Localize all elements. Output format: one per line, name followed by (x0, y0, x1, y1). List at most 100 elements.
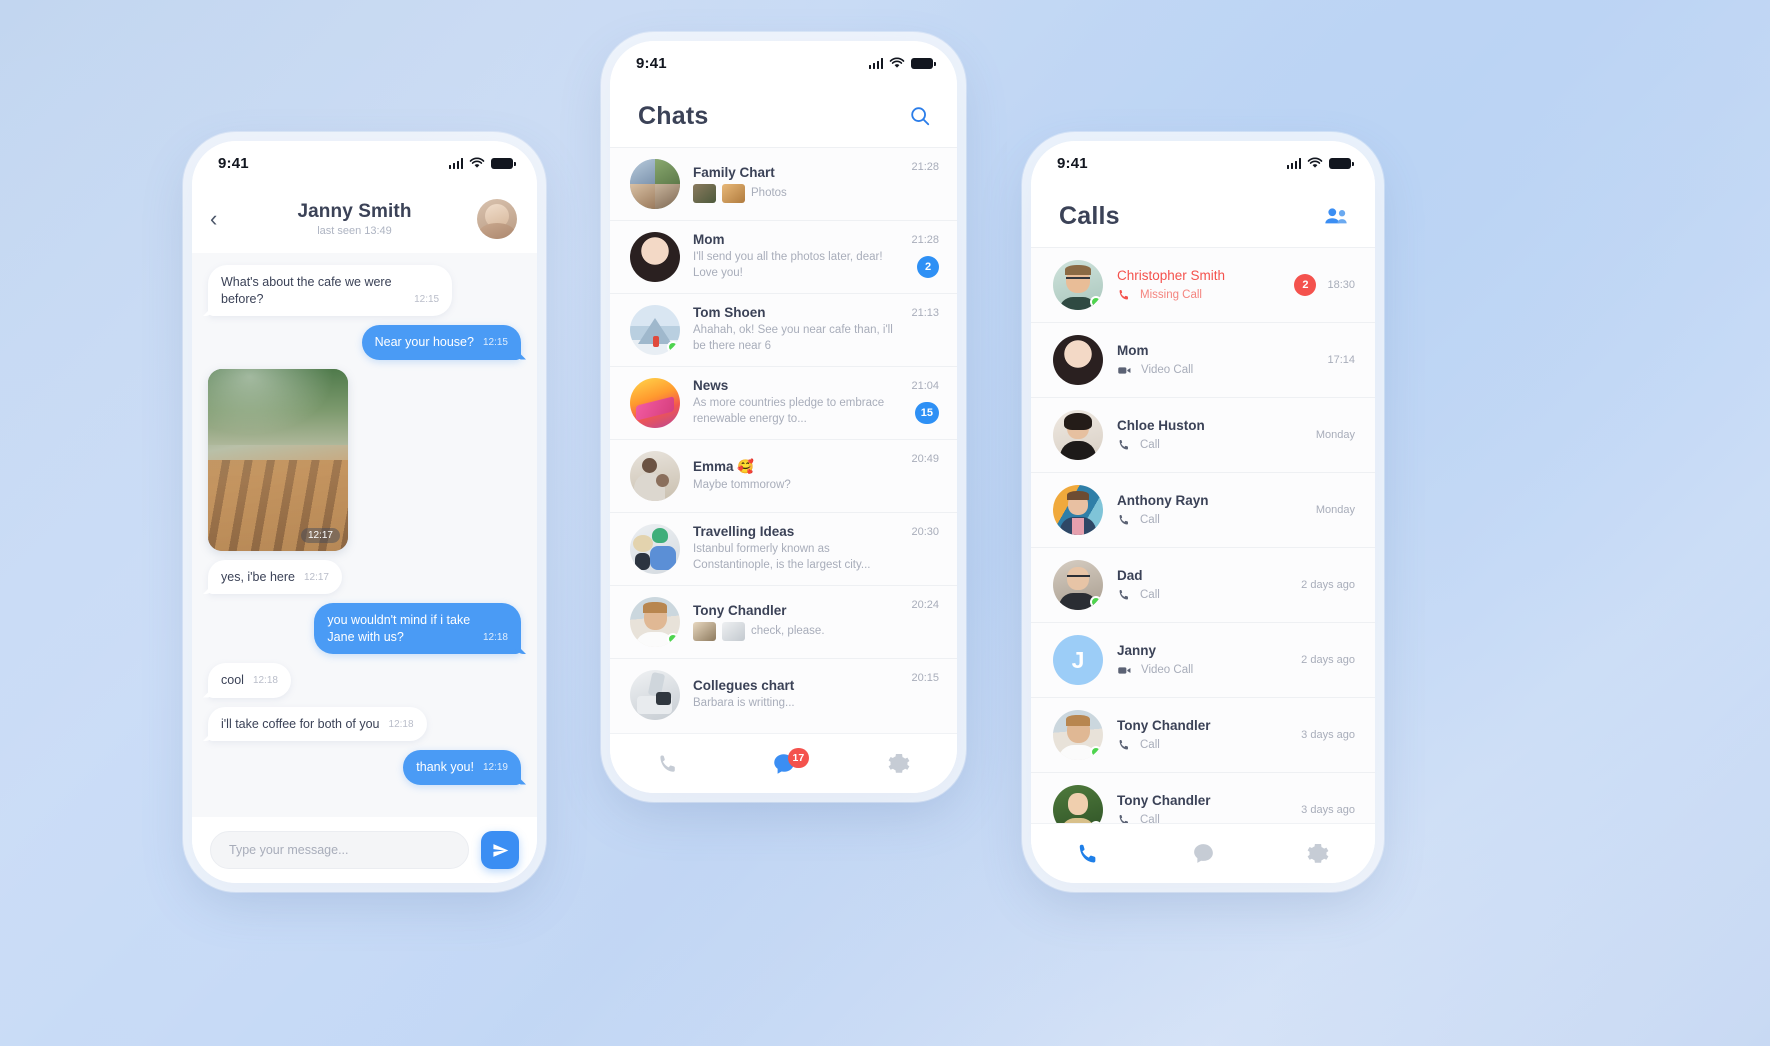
avatar (630, 451, 680, 501)
message-time: 12:17 (300, 527, 340, 543)
message-bubble-incoming[interactable]: i'll take coffee for both of you 12:18 (208, 706, 427, 741)
page-title: Chats (638, 101, 709, 130)
avatar (630, 597, 680, 647)
chat-preview: Photos (751, 186, 787, 199)
call-contact-name: Janny (1117, 642, 1157, 658)
chat-name: Mom (693, 232, 725, 248)
list-item[interactable]: Tony Chandler Call 3 days ago (1031, 697, 1375, 772)
list-item[interactable]: Mom Video Call 17:14 (1031, 322, 1375, 397)
list-item-meta: 20:15 (911, 670, 939, 720)
call-type-row: Call (1117, 438, 1302, 452)
avatar (630, 670, 680, 720)
bottom-tab-bar (1031, 823, 1375, 883)
list-item[interactable]: Mom I'll send you all the photos later, … (610, 220, 957, 293)
chat-preview: Istanbul formerly known as Constantinopl… (693, 543, 871, 571)
list-item[interactable]: Anthony Rayn Call Monday (1031, 472, 1375, 547)
phone-icon (1117, 588, 1131, 602)
message-row: thank you! 12:19 (208, 750, 521, 785)
call-contact-name: Christopher Smith (1117, 268, 1226, 283)
list-item[interactable]: Travelling Ideas Istanbul formerly known… (610, 512, 957, 585)
list-item[interactable]: J Janny Video Call 2 days ago (1031, 622, 1375, 697)
signal-icon (868, 58, 883, 69)
status-bar: 9:41 (1031, 141, 1375, 185)
preview-with-thumbnails: Photos (693, 184, 898, 203)
online-indicator (1090, 596, 1102, 608)
list-item[interactable]: Family Chart Photos 21:28 (610, 147, 957, 220)
wifi-icon (889, 57, 905, 68)
message-photo[interactable]: 12:17 (208, 368, 348, 551)
tab-settings[interactable] (1260, 842, 1375, 866)
chat-message-list: What's about the cafe we were before? 12… (192, 253, 537, 817)
chat-name: Family Chart (693, 165, 775, 180)
list-item[interactable]: Tony Chandler check, please. 20:24 (610, 585, 957, 658)
avatar (1053, 710, 1103, 760)
list-item[interactable]: News As more countries pledge to embrace… (610, 366, 957, 439)
chat-time: 20:30 (911, 526, 939, 538)
status-time: 9:41 (1057, 154, 1088, 172)
message-bubble-incoming[interactable]: cool 12:18 (208, 663, 291, 698)
list-item[interactable]: Christopher Smith Missing Call 2 18:30 (1031, 247, 1375, 322)
chat-input-bar (192, 817, 537, 883)
avatar (630, 378, 680, 428)
gear-icon (1307, 843, 1329, 863)
message-bubble-incoming[interactable]: yes, i'be here 12:17 (208, 559, 342, 594)
avatar (630, 232, 680, 282)
call-time: 18:30 (1327, 279, 1355, 291)
avatar (1053, 560, 1103, 610)
call-time: 17:14 (1327, 354, 1355, 366)
message-bubble-incoming[interactable]: What's about the cafe we were before? 12… (208, 265, 453, 316)
send-button[interactable] (481, 831, 519, 869)
list-item-meta: 17:14 (1327, 354, 1355, 366)
status-icons (1286, 157, 1354, 169)
tab-chats[interactable]: 17 (726, 747, 842, 777)
list-item[interactable]: Collegues chart Barbara is writting... 2… (610, 658, 957, 731)
message-bubble-outgoing[interactable]: Near your house? 12:15 (361, 325, 521, 360)
call-contact-name: Dad (1117, 568, 1143, 583)
list-item[interactable]: Dad Call 2 days ago (1031, 547, 1375, 622)
list-item-meta: 20:49 (911, 451, 939, 501)
phone-icon (1117, 738, 1131, 752)
tab-settings[interactable] (841, 752, 957, 776)
contacts-icon[interactable] (1323, 206, 1349, 226)
call-contact-name: Chloe Huston (1117, 418, 1205, 433)
call-time: 3 days ago (1301, 729, 1355, 741)
chat-preview: As more countries pledge to embrace rene… (693, 397, 885, 425)
search-icon[interactable] (909, 105, 931, 127)
status-icons (448, 157, 516, 169)
message-time: 12:18 (252, 675, 278, 687)
signal-icon (448, 158, 463, 169)
photo-thumbnail (722, 622, 745, 641)
gear-icon (888, 753, 910, 773)
avatar[interactable] (477, 199, 517, 239)
list-item[interactable]: Tom Shoen Ahahah, ok! See you near cafe … (610, 293, 957, 366)
chats-list: Family Chart Photos 21:28 Mom I'll send … (610, 147, 957, 733)
call-type-row: Call (1117, 738, 1287, 752)
list-item[interactable]: Chloe Huston Call Monday (1031, 397, 1375, 472)
avatar (630, 524, 680, 574)
list-item-content: Travelling Ideas Istanbul formerly known… (693, 524, 898, 574)
chat-time: 21:04 (911, 380, 939, 392)
status-time: 9:41 (218, 154, 249, 172)
signal-icon (1286, 158, 1301, 169)
photo-thumbnail (693, 622, 716, 641)
chat-preview: Maybe tommorow? (693, 478, 791, 491)
message-bubble-outgoing[interactable]: thank you! 12:19 (403, 750, 521, 785)
message-bubble-outgoing[interactable]: you wouldn't mind if i take Jane with us… (314, 603, 521, 654)
call-type-row: Call (1117, 813, 1287, 823)
phone-icon (1117, 288, 1131, 302)
message-text: thank you! (416, 760, 474, 774)
tab-chats[interactable] (1146, 841, 1261, 866)
message-time: 12:18 (388, 718, 414, 730)
wifi-icon (1307, 157, 1323, 168)
tab-calls[interactable] (610, 752, 726, 776)
chat-name: Tom Shoen (693, 305, 766, 321)
message-time: 12:15 (414, 293, 440, 305)
message-input[interactable] (210, 831, 469, 869)
tab-calls[interactable] (1031, 841, 1146, 867)
avatar (630, 159, 680, 209)
chat-preview: Barbara is writting... (693, 697, 795, 710)
list-item[interactable]: Tony Chandler Call 3 days ago (1031, 772, 1375, 823)
list-item[interactable]: Emma 🥰 Maybe tommorow? 20:49 (610, 439, 957, 512)
list-item-content: Chloe Huston Call (1117, 418, 1302, 452)
chat-contact-name: Janny Smith (297, 201, 412, 222)
